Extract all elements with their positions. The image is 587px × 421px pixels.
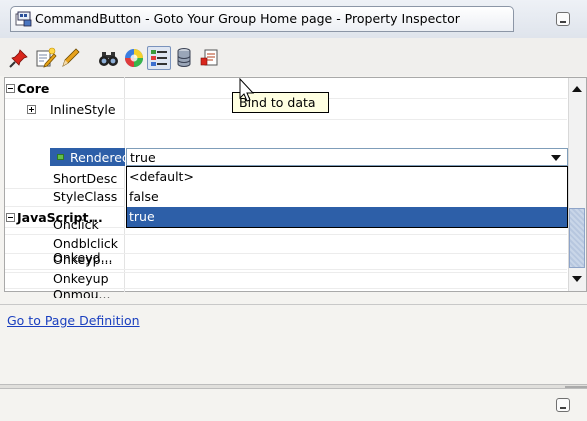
combobox-value: true xyxy=(130,150,156,165)
scroll-up-button[interactable] xyxy=(569,80,585,98)
go-to-page-definition-link[interactable]: Go to Page Definition xyxy=(7,313,140,328)
pencil-button[interactable] xyxy=(58,46,82,70)
mouse-cursor-icon xyxy=(239,78,255,102)
window-title: CommandButton - Goto Your Group Home pag… xyxy=(35,11,460,26)
property-label: Onkeyp... xyxy=(53,252,113,267)
property-label: StyleClass xyxy=(53,189,118,204)
scroll-thumb[interactable] xyxy=(569,208,585,268)
property-label: Onclick xyxy=(53,217,99,232)
scroll-down-button[interactable] xyxy=(569,270,585,288)
panel-splitter[interactable] xyxy=(0,384,587,389)
expand-icon[interactable] xyxy=(27,105,36,114)
categorized-list-icon xyxy=(151,50,167,66)
color-wheel-icon xyxy=(125,49,143,67)
database-bind-icon xyxy=(177,48,191,67)
arrow-up-icon xyxy=(572,86,582,92)
rendered-value-combobox[interactable]: true xyxy=(126,148,568,166)
rendered-options-dropdown: <default> false true xyxy=(126,166,568,228)
property-inspector-icon xyxy=(15,11,32,27)
arrow-down-icon xyxy=(572,276,582,282)
binoculars-icon xyxy=(99,52,118,66)
dropdown-arrow-icon[interactable] xyxy=(551,155,561,161)
bullet-icon xyxy=(57,154,64,160)
pencil-icon xyxy=(62,48,80,67)
property-label: ShortDesc xyxy=(53,171,118,186)
property-label: Ondblclick xyxy=(53,236,119,251)
category-label: Core xyxy=(17,81,50,96)
property-label: Onmou... xyxy=(53,287,111,298)
document-icon xyxy=(200,49,218,66)
property-row-styleclass[interactable]: StyleClass xyxy=(5,186,125,207)
dropdown-option[interactable]: <default> xyxy=(127,167,567,187)
property-row-onkeypress[interactable]: Onkeyp... xyxy=(5,251,567,270)
color-button[interactable] xyxy=(122,46,146,70)
minimize-bottom-button[interactable] xyxy=(556,398,570,412)
property-label: Rendered xyxy=(70,150,130,165)
property-row-onmouse[interactable]: Onmou... xyxy=(5,286,567,298)
find-button[interactable] xyxy=(97,46,121,70)
edit-properties-icon xyxy=(36,47,57,68)
pushpin-icon xyxy=(9,49,28,68)
property-label: Onkeyup xyxy=(53,271,109,286)
panel-tab[interactable]: CommandButton - Goto Your Group Home pag… xyxy=(10,6,514,32)
title-bar: CommandButton - Goto Your Group Home pag… xyxy=(0,0,587,39)
categorized-view-button[interactable] xyxy=(147,46,171,70)
bind-to-data-button[interactable] xyxy=(173,46,197,70)
minimize-button[interactable] xyxy=(556,12,570,26)
dropdown-option[interactable]: false xyxy=(127,187,567,207)
property-label: InlineStyle xyxy=(50,102,116,117)
pushpin-button[interactable] xyxy=(7,46,31,70)
toolbar xyxy=(0,38,587,76)
dropdown-option-selected[interactable]: true xyxy=(127,207,567,227)
page-definition-panel: Go to Page Definition xyxy=(0,304,587,384)
document-button[interactable] xyxy=(198,46,222,70)
collapse-icon[interactable] xyxy=(6,84,15,93)
edit-properties-button[interactable] xyxy=(33,46,57,70)
splitter-grip[interactable] xyxy=(565,386,587,388)
